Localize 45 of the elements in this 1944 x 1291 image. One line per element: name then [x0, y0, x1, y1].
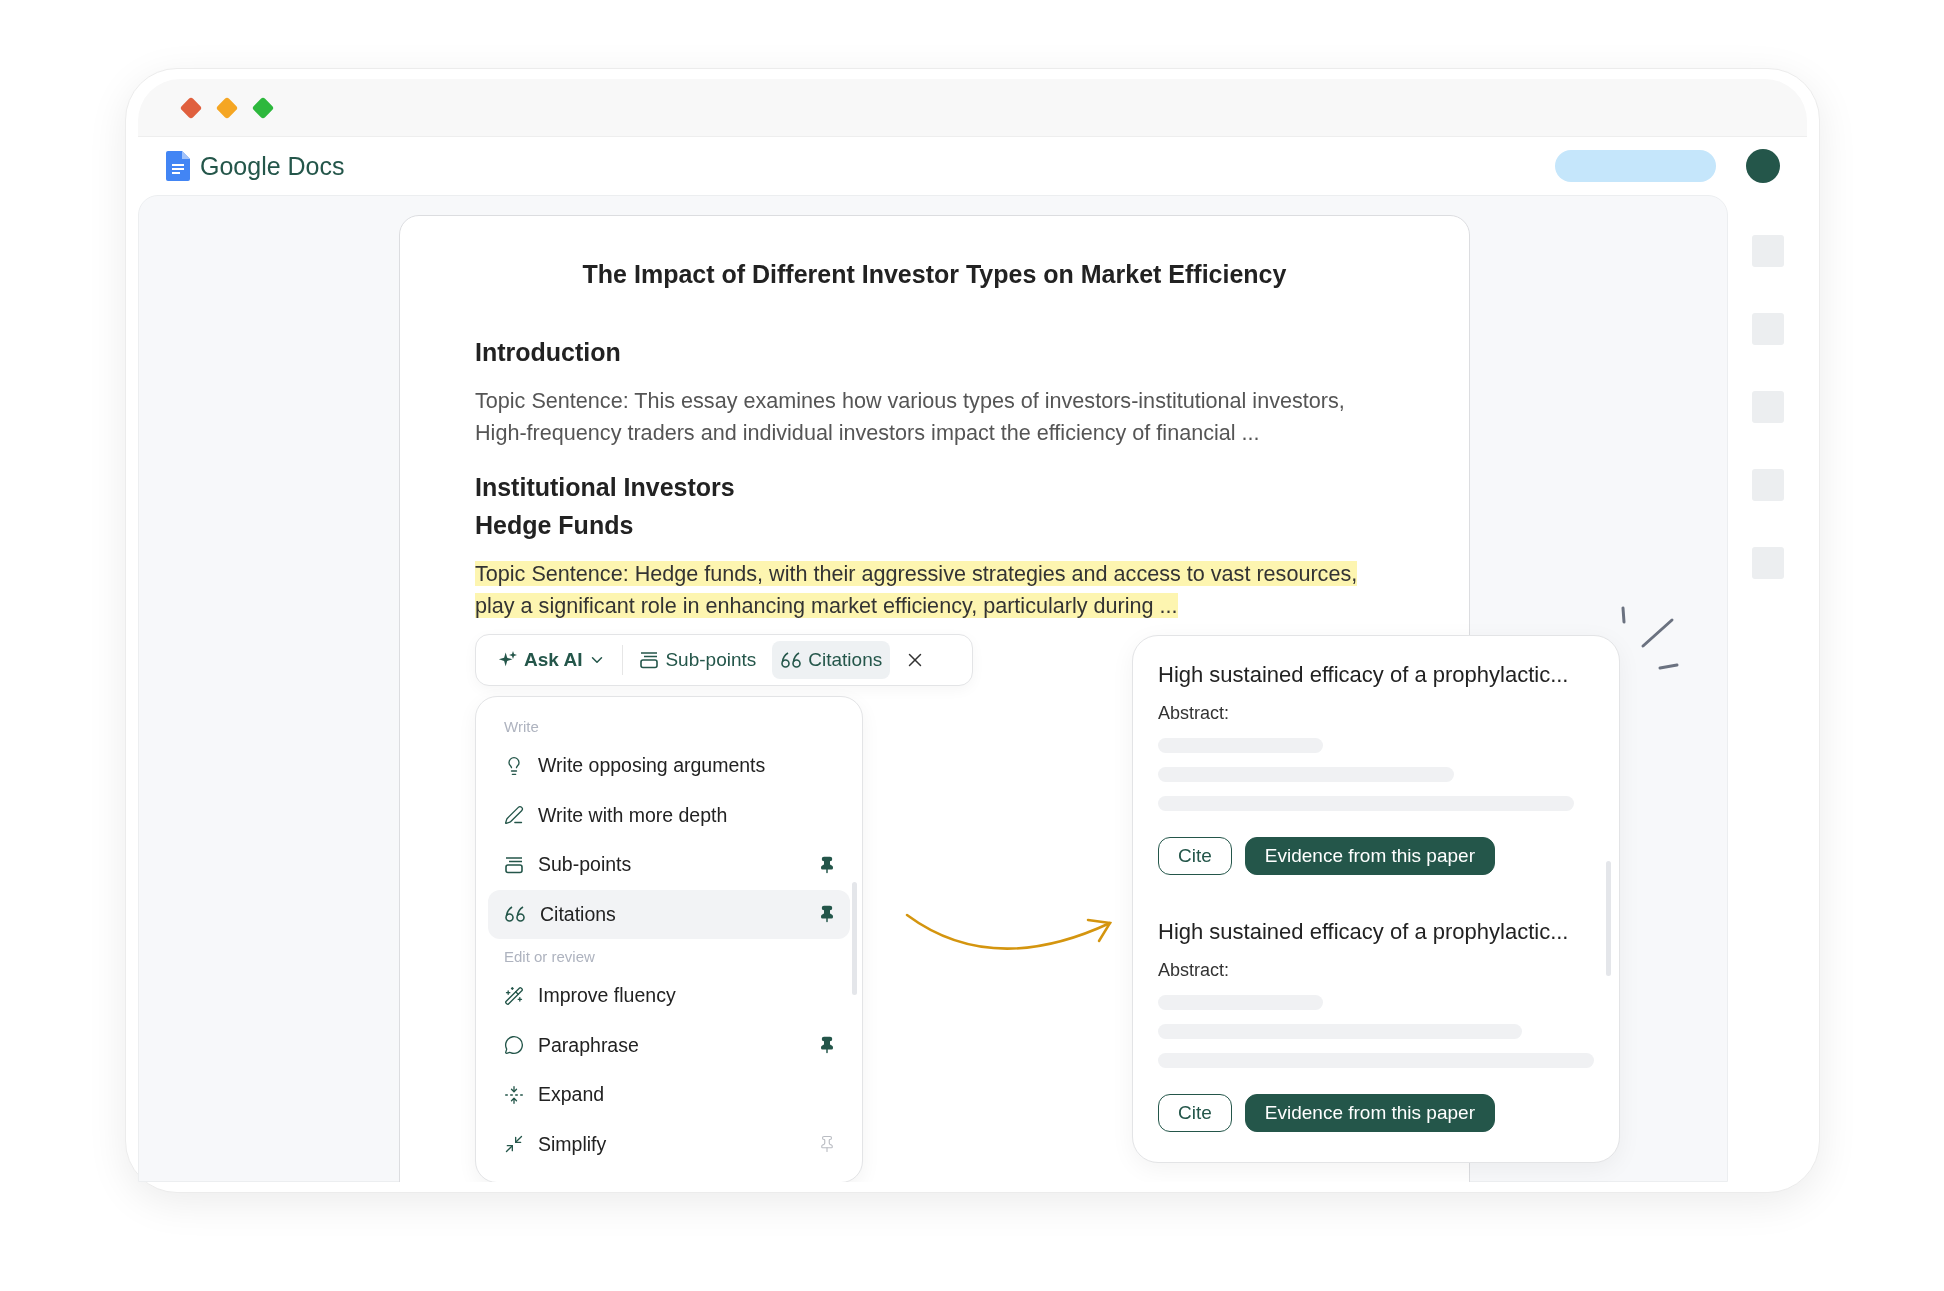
collapse-arrows-icon — [504, 1134, 524, 1155]
menu-group-title: Write — [503, 717, 540, 737]
abstract-label: Abstract: — [1158, 959, 1231, 981]
avatar[interactable] — [1746, 149, 1780, 183]
paper-title: High sustained efficacy of a prophylactic... — [1158, 918, 1570, 946]
scrollbar[interactable] — [1606, 861, 1611, 976]
menu-group-title: Edit or review — [503, 947, 596, 967]
abstract-label: Abstract: — [1158, 702, 1231, 724]
document-icon — [166, 151, 190, 181]
pen-icon — [504, 805, 524, 826]
menu-item[interactable]: Improve fluency — [488, 971, 850, 1021]
document-title: The Impact of Different Investor Types on Market Efficiency — [581, 259, 1288, 290]
paper-title: High sustained efficacy of a prophylactic... — [1158, 661, 1570, 689]
menu-item[interactable]: Paraphrase — [488, 1020, 850, 1070]
menu-item[interactable]: Write opposing arguments — [488, 741, 850, 791]
paragraph: Topic Sentence: This essay examines how various types of investors-institutional investors, High-frequency traders and individual investors impact the efficiency of financial ... — [475, 387, 1346, 447]
stack-icon — [639, 651, 660, 669]
menu-item[interactable]: Simplify — [488, 1119, 850, 1169]
pin-icon[interactable] — [818, 905, 836, 924]
expand-icon — [504, 1084, 524, 1105]
section-heading: Hedge Funds — [475, 510, 635, 541]
cite-button[interactable]: Cite — [1158, 837, 1232, 875]
evidence-button[interactable]: Evidence from this paper — [1244, 837, 1495, 875]
ask-ai-dropdown[interactable]: Ask AI — [490, 641, 615, 679]
pin-icon[interactable] — [818, 855, 836, 874]
chat-bubble-icon — [504, 1035, 524, 1056]
menu-item[interactable]: Write with more depth — [488, 790, 850, 840]
scrollbar[interactable] — [852, 882, 857, 995]
menu-item[interactable]: Citations — [488, 889, 850, 939]
paragraph: Topic Sentence: Hedge funds, with their aggressive strategies and access to vast resources, play a significant role in enhancing market efficiency, particularly during ... — [475, 560, 1359, 620]
quote-icon — [504, 905, 526, 924]
section-heading: Institutional Investors — [475, 472, 736, 503]
stack-icon — [504, 855, 524, 874]
toolbar-button[interactable]: Sub-points — [631, 641, 765, 679]
section-heading: Introduction — [475, 337, 622, 368]
menu-item[interactable]: Sub-points — [488, 840, 850, 890]
app-name: Google Docs — [200, 151, 345, 181]
burst-lines-icon — [1619, 606, 1681, 672]
quote-icon — [780, 651, 803, 669]
pin-icon[interactable] — [818, 1036, 836, 1055]
menu-item[interactable]: Expand — [488, 1070, 850, 1120]
cite-button[interactable]: Cite — [1158, 1094, 1232, 1132]
evidence-button[interactable]: Evidence from this paper — [1244, 1094, 1495, 1132]
toolbar-button[interactable]: Citations — [772, 641, 891, 679]
magic-wand-icon — [504, 985, 524, 1006]
